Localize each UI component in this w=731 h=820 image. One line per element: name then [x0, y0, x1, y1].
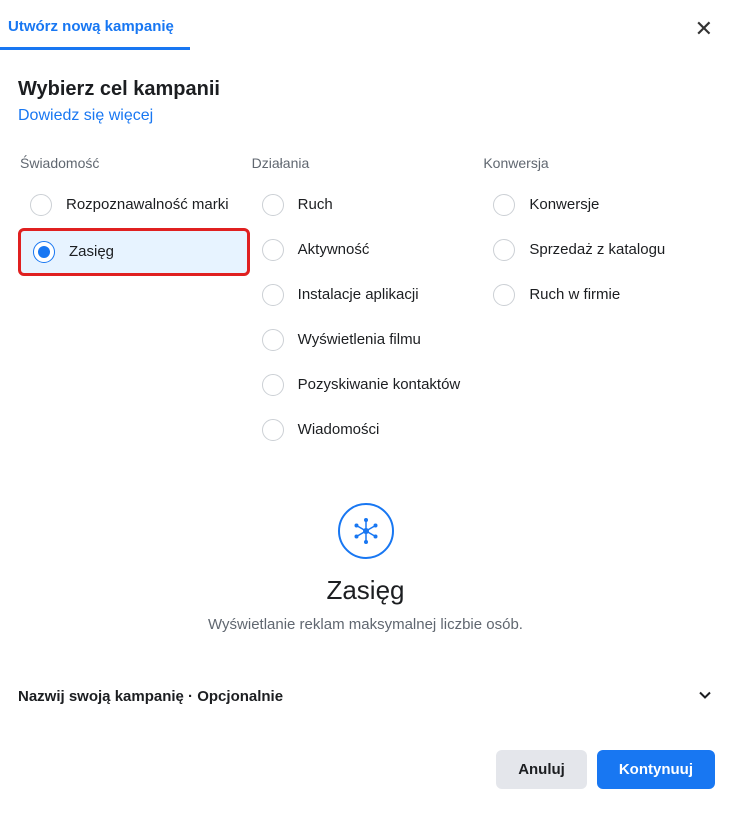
- objective-video-views[interactable]: Wyświetlenia filmu: [250, 318, 482, 362]
- cancel-button[interactable]: Anuluj: [496, 750, 587, 789]
- tab-label: Utwórz nową kampanię: [8, 18, 174, 35]
- objective-label: Ruch w firmie: [529, 286, 620, 305]
- objective-label: Ruch: [298, 196, 333, 215]
- radio-icon: [33, 241, 55, 263]
- radio-icon: [493, 194, 515, 216]
- objective-messages[interactable]: Wiadomości: [250, 408, 482, 452]
- objective-label: Aktywność: [298, 241, 370, 260]
- objective-lead-generation[interactable]: Pozyskiwanie kontaktów: [250, 363, 482, 407]
- objective-label: Wiadomości: [298, 421, 380, 440]
- close-icon: ✕: [695, 16, 713, 41]
- objective-conversions[interactable]: Konwersje: [481, 183, 713, 227]
- radio-icon: [262, 374, 284, 396]
- radio-icon: [262, 284, 284, 306]
- objective-app-installs[interactable]: Instalacje aplikacji: [250, 273, 482, 317]
- reach-icon: [338, 503, 394, 559]
- radio-icon: [262, 419, 284, 441]
- objective-label: Konwersje: [529, 196, 599, 215]
- objective-catalog-sales[interactable]: Sprzedaż z katalogu: [481, 228, 713, 272]
- objective-preview: Zasięg Wyświetlanie reklam maksymalnej l…: [18, 503, 713, 633]
- objective-reach[interactable]: Zasięg: [18, 228, 250, 276]
- close-button[interactable]: ✕: [687, 10, 721, 48]
- radio-icon: [493, 239, 515, 261]
- column-conversion: Konwersja Konwersje Sprzedaż z katalogu …: [481, 155, 713, 453]
- objective-label: Wyświetlenia filmu: [298, 331, 421, 350]
- radio-icon: [262, 194, 284, 216]
- column-header-awareness: Świadomość: [18, 155, 250, 171]
- learn-more-link[interactable]: Dowiedz się więcej: [18, 107, 153, 125]
- objective-columns: Świadomość Rozpoznawalność marki Zasięg …: [18, 155, 713, 453]
- objective-label: Pozyskiwanie kontaktów: [298, 376, 461, 395]
- objective-traffic[interactable]: Ruch: [250, 183, 482, 227]
- continue-button[interactable]: Kontynuuj: [597, 750, 715, 789]
- dialog-content: Wybierz cel kampanii Dowiedz się więcej …: [0, 50, 731, 633]
- preview-description: Wyświetlanie reklam maksymalnej liczbie …: [18, 616, 713, 633]
- objective-label: Sprzedaż z katalogu: [529, 241, 665, 260]
- section-title: Wybierz cel kampanii: [18, 78, 713, 101]
- radio-icon: [493, 284, 515, 306]
- objective-label: Rozpoznawalność marki: [66, 196, 229, 215]
- name-campaign-toggle[interactable]: Nazwij swoją kampanię · Opcjonalnie: [0, 673, 731, 720]
- column-consideration: Działania Ruch Aktywność Instalacje apli…: [250, 155, 482, 453]
- column-awareness: Świadomość Rozpoznawalność marki Zasięg: [18, 155, 250, 453]
- dialog-footer: Anuluj Kontynuuj: [0, 720, 731, 805]
- column-header-consideration: Działania: [250, 155, 482, 171]
- objective-engagement[interactable]: Aktywność: [250, 228, 482, 272]
- name-campaign-label: Nazwij swoją kampanię · Opcjonalnie: [18, 688, 283, 705]
- objective-label: Zasięg: [69, 243, 114, 262]
- chevron-down-icon: [697, 687, 713, 706]
- radio-icon: [262, 239, 284, 261]
- column-header-conversion: Konwersja: [481, 155, 713, 171]
- dialog-header: Utwórz nową kampanię ✕: [0, 0, 731, 50]
- objective-label: Instalacje aplikacji: [298, 286, 419, 305]
- preview-title: Zasięg: [18, 575, 713, 606]
- radio-icon: [30, 194, 52, 216]
- tab-create-campaign[interactable]: Utwórz nową kampanię: [0, 8, 190, 50]
- radio-icon: [262, 329, 284, 351]
- objective-brand-awareness[interactable]: Rozpoznawalność marki: [18, 183, 250, 227]
- objective-store-traffic[interactable]: Ruch w firmie: [481, 273, 713, 317]
